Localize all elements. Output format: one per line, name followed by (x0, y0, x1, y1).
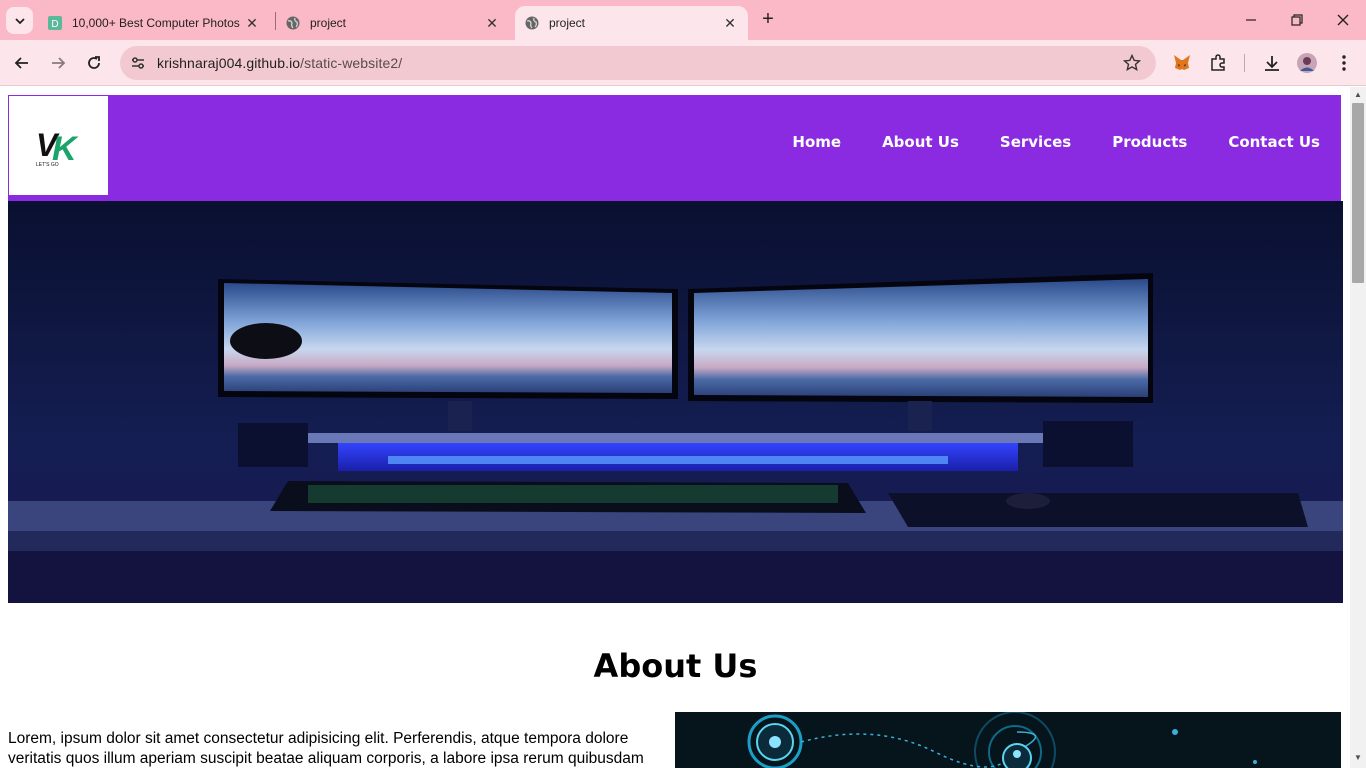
restore-icon (1291, 14, 1303, 26)
globe-icon (286, 16, 300, 30)
nav-home[interactable]: Home (772, 133, 862, 151)
about-us-image (675, 712, 1341, 768)
hero-image (8, 201, 1343, 603)
toolbar-divider (1244, 54, 1245, 72)
tab-title: project (549, 16, 586, 30)
d-letter-icon: D (48, 16, 62, 30)
browser-menu-button[interactable] (1332, 51, 1356, 75)
vk-logo-icon: V K LET'S GO (36, 127, 79, 168)
extensions-button[interactable] (1206, 51, 1230, 75)
globe-icon (525, 16, 539, 30)
chevron-down-icon (14, 17, 25, 24)
browser-toolbar: krishnaraj004.github.io/static-website2/ (0, 40, 1366, 86)
arrow-right-icon (52, 57, 66, 69)
star-icon (1123, 54, 1141, 72)
scroll-down-arrow-icon[interactable]: ▼ (1353, 753, 1363, 763)
downloads-button[interactable] (1260, 51, 1284, 75)
back-button[interactable] (10, 51, 34, 75)
svg-text:D: D (51, 19, 58, 30)
tab-computer-photos[interactable]: D 10,000+ Best Computer Photos ✕ (38, 6, 270, 40)
tab-project-active[interactable]: project ✕ (515, 6, 748, 40)
tab-project-1[interactable]: project ✕ (276, 6, 510, 40)
new-tab-button[interactable]: + (758, 9, 778, 30)
reload-button[interactable] (82, 51, 106, 75)
tune-icon (132, 57, 144, 69)
metamask-extension-button[interactable] (1170, 51, 1194, 75)
arrow-left-icon (14, 57, 28, 69)
tab-search-button[interactable] (6, 7, 33, 34)
forward-button[interactable] (46, 51, 70, 75)
bookmark-button[interactable] (1122, 53, 1142, 73)
tab-strip: D 10,000+ Best Computer Photos ✕ project… (0, 0, 1366, 40)
close-icon[interactable]: ✕ (722, 15, 738, 31)
page-viewport: V K LET'S GO Home About Us Services Prod… (0, 87, 1350, 768)
site-logo[interactable]: V K LET'S GO (8, 95, 109, 196)
scroll-up-arrow-icon[interactable]: ▲ (1353, 90, 1363, 100)
more-vertical-icon (1342, 55, 1346, 71)
logo-tagline: LET'S GO (36, 162, 59, 168)
minimize-icon (1246, 19, 1256, 21)
address-bar[interactable]: krishnaraj004.github.io/static-website2/ (120, 46, 1156, 80)
close-window-button[interactable] (1331, 8, 1355, 32)
nav-services[interactable]: Services (980, 133, 1092, 151)
site-info-button[interactable] (126, 51, 150, 75)
fox-icon (1174, 55, 1190, 70)
about-us-paragraph: Lorem, ipsum dolor sit amet consectetur … (8, 730, 644, 767)
tab-title: 10,000+ Best Computer Photos (72, 16, 240, 30)
tech-network-image (675, 712, 1341, 768)
url-path: /static-website2/ (300, 55, 403, 71)
nav-products[interactable]: Products (1092, 133, 1208, 151)
nav-contact-us[interactable]: Contact Us (1208, 133, 1341, 151)
restore-button[interactable] (1285, 8, 1309, 32)
download-icon (1265, 56, 1279, 71)
url-text: krishnaraj004.github.io/static-website2/ (157, 55, 402, 71)
avatar (1297, 53, 1317, 73)
close-icon[interactable]: ✕ (484, 15, 500, 31)
tab-title: project (310, 16, 347, 30)
reload-icon (88, 56, 100, 69)
profile-button[interactable] (1295, 51, 1319, 75)
scrollbar-thumb[interactable] (1352, 103, 1364, 283)
close-icon[interactable]: ✕ (244, 15, 260, 31)
puzzle-icon (1211, 54, 1225, 71)
hero-computer-setup-image (8, 201, 1343, 603)
minimize-button[interactable] (1239, 8, 1263, 32)
url-host: krishnaraj004.github.io (157, 55, 301, 71)
site-header: V K LET'S GO Home About Us Services Prod… (8, 95, 1341, 201)
main-nav: Home About Us Services Products Contact … (772, 133, 1341, 151)
about-us-heading: About Us (593, 647, 758, 685)
nav-about-us[interactable]: About Us (862, 133, 980, 151)
close-icon (1337, 14, 1349, 26)
page-scrollbar[interactable]: ▲ ▼ (1350, 87, 1366, 768)
